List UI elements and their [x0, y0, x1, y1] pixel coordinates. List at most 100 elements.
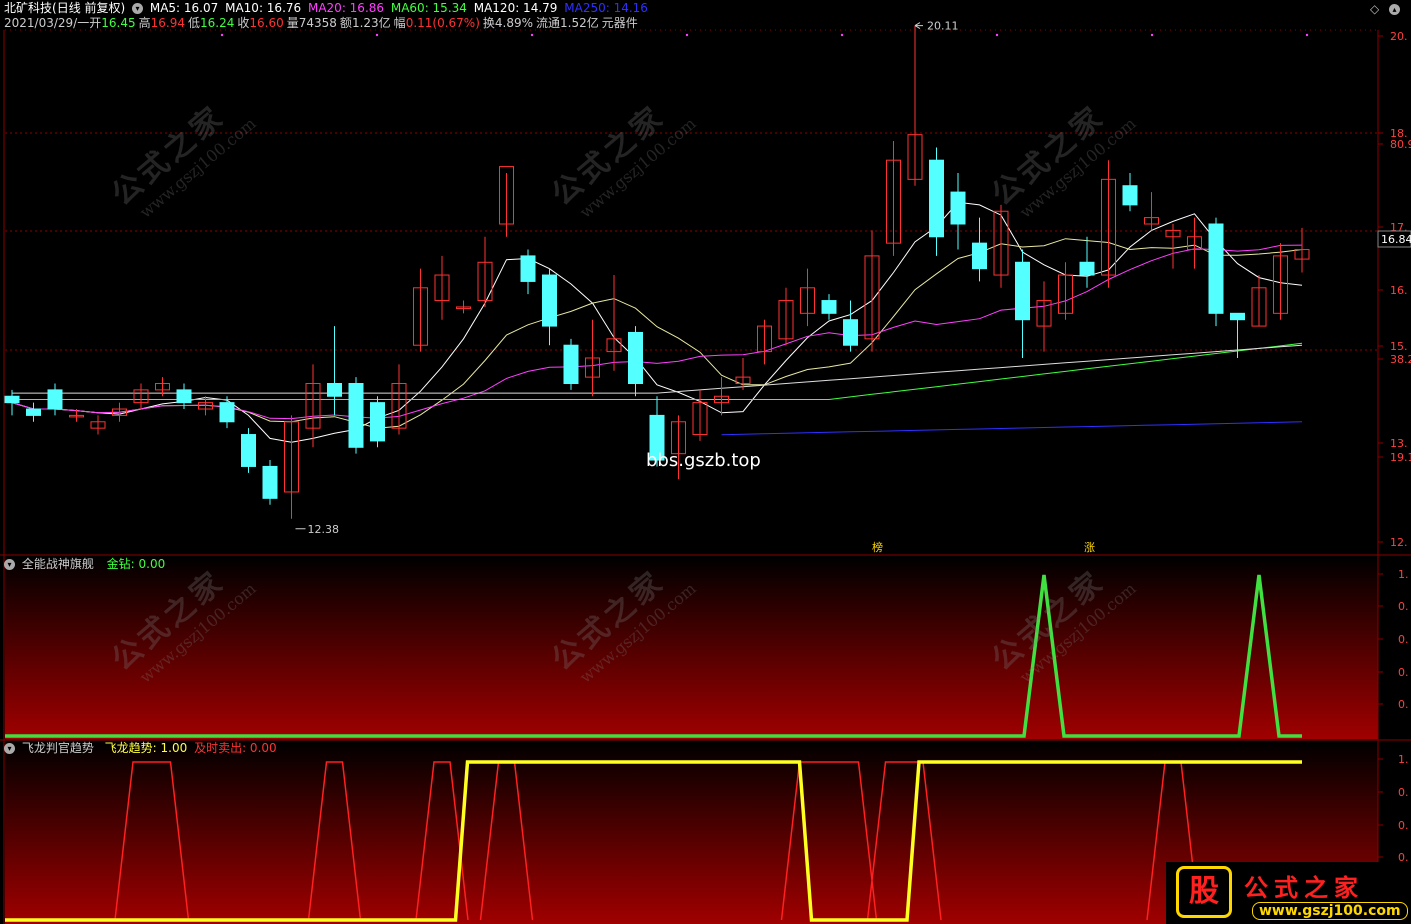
candle-down: [843, 319, 858, 346]
signal-tag-zhang: 涨: [1084, 541, 1095, 554]
candle-down: [520, 255, 536, 282]
panel2-header: ▾ 全能战神旗舰 金钻: 0.00: [4, 556, 168, 572]
vol-label: 量: [286, 16, 299, 30]
top-dot: [1305, 33, 1309, 37]
amount-label: 额: [339, 16, 352, 30]
top-dot: [840, 33, 844, 37]
quote-header: 2021/03/29/一开16.45 高16.94 低16.24 收16.60 量743…: [4, 15, 641, 31]
high-value: 16.94: [150, 16, 185, 30]
candle-down: [26, 408, 41, 416]
turnover: 换4.89%: [482, 16, 534, 30]
axis-tick-label: 0.: [1398, 600, 1409, 613]
axis-tick-label: 16.: [1390, 284, 1408, 297]
close-label: 收: [237, 16, 250, 30]
candle-down: [1015, 261, 1030, 321]
candle-down: [262, 465, 278, 499]
ma120-label: MA120: 14.79: [473, 1, 558, 15]
candle-down: [628, 331, 643, 384]
open-value: 16.45: [101, 16, 136, 30]
candle-down: [370, 402, 385, 442]
chg-label: 幅: [393, 16, 406, 30]
diamond-icon[interactable]: ◇: [1370, 2, 1379, 16]
axis-tick-label: 13.: [1390, 437, 1408, 450]
ma250-label: MA250: 14.16: [564, 1, 648, 15]
ma-header: 北矿科技(日线 前复权) ▾ MA5: 16.07 MA10: 16.76 MA…: [4, 0, 651, 16]
panel2-series-label: 金钻: 0.00: [106, 557, 166, 571]
candle-down: [1208, 223, 1224, 314]
current-price-label: 16.84: [1381, 233, 1411, 246]
main-candle-chart: 20.11 12.38 榜 涨: [4, 20, 1310, 554]
ma120-line: [12, 344, 1303, 394]
axis-tick-label: 0.: [1398, 698, 1409, 711]
sector: 元器件: [601, 16, 638, 30]
axis-tick-label: 1.: [1398, 753, 1409, 766]
axis-tick-label: 0.: [1398, 786, 1409, 799]
candle-down: [219, 402, 235, 423]
top-dot: [685, 33, 689, 37]
panel3-toggle-icon[interactable]: ▾: [4, 743, 15, 754]
candle-down: [821, 300, 837, 314]
stock-name[interactable]: 北矿科技: [4, 1, 52, 15]
axis-tick-label: 1.: [1398, 568, 1409, 581]
candle-down: [176, 389, 192, 404]
price-axis: 20.18.80.917.16.8416.15.38.213.19.112.1.…: [1377, 30, 1411, 896]
ma250-line: [721, 421, 1303, 436]
candle-down: [348, 383, 364, 448]
logo-name: 公式之家: [1244, 873, 1364, 902]
open-label: 开: [89, 16, 102, 30]
candle-down: [4, 395, 20, 404]
candle-down: [1122, 185, 1138, 206]
top-dot: [530, 33, 534, 37]
vol-value: 74358: [298, 16, 337, 30]
panel3-series2-label: 及时卖出: 0.00: [194, 741, 277, 755]
high-marker-label: 20.11: [927, 20, 959, 33]
ma60-label: MA60: 15.34: [390, 1, 467, 15]
axis-tick-label: 12.: [1390, 536, 1408, 549]
candle-down: [327, 383, 342, 397]
quote-date: 2021/03/29/一: [4, 16, 90, 30]
ma60-line: [12, 342, 1303, 400]
candle-down: [47, 389, 63, 410]
panel3-title[interactable]: 飞龙判官趋势: [22, 741, 94, 755]
settings-toggle-icon[interactable]: ▾: [132, 3, 144, 14]
float-shares: 流通1.52亿: [536, 16, 599, 30]
axis-tick-label: 20.: [1390, 30, 1408, 43]
site-logo: 股 公式之家 www.gszj100.com: [1166, 862, 1411, 924]
ma5-label: MA5: 16.07: [149, 1, 219, 15]
high-label: 高: [138, 16, 151, 30]
candle-down: [929, 159, 944, 238]
chart-mode: (日线 前复权): [52, 1, 126, 15]
window-controls: ◇ ▴: [1370, 2, 1403, 16]
low-marker-label: 12.38: [308, 523, 340, 536]
top-dot: [375, 33, 379, 37]
candle-down: [563, 344, 579, 384]
candle-down: [950, 191, 966, 225]
candle-down: [1230, 312, 1245, 321]
signal-tag-bang: 榜: [872, 540, 883, 554]
axis-tick-label: 0.: [1398, 633, 1409, 646]
top-dot: [1150, 33, 1154, 37]
axis-tick-label: 15.: [1390, 340, 1408, 353]
candle-down: [972, 242, 987, 270]
low-value: 16.24: [199, 16, 235, 30]
candle-down: [241, 434, 256, 467]
panel3-series1-label: 飞龙趋势: 1.00: [104, 741, 188, 755]
amount-value: 1.23亿: [351, 16, 391, 30]
ma20-label: MA20: 16.86: [307, 1, 385, 15]
panel2-background: [5, 557, 1378, 739]
panel3-header: ▾ 飞龙判官趋势 飞龙趋势: 1.00 及时卖出: 0.00: [4, 740, 280, 756]
panel2-toggle-icon[interactable]: ▾: [4, 559, 15, 570]
top-dot: [995, 33, 999, 37]
logo-glyph: 股: [1176, 866, 1232, 918]
candle-down: [542, 274, 557, 327]
panel2-title[interactable]: 全能战神旗舰: [22, 557, 94, 571]
high-marker-arrow: [914, 22, 923, 30]
collapse-icon[interactable]: ▴: [1389, 4, 1400, 15]
top-dot: [220, 33, 224, 37]
bbs-url-text: bbs.gszb.top: [646, 450, 761, 471]
ma10-label: MA10: 16.76: [225, 1, 302, 15]
axis-tick-label: 0.: [1398, 819, 1409, 832]
logo-url: www.gszj100.com: [1252, 902, 1408, 920]
candle-down: [1079, 261, 1095, 276]
axis-tick-label: 38.2: [1390, 353, 1411, 366]
